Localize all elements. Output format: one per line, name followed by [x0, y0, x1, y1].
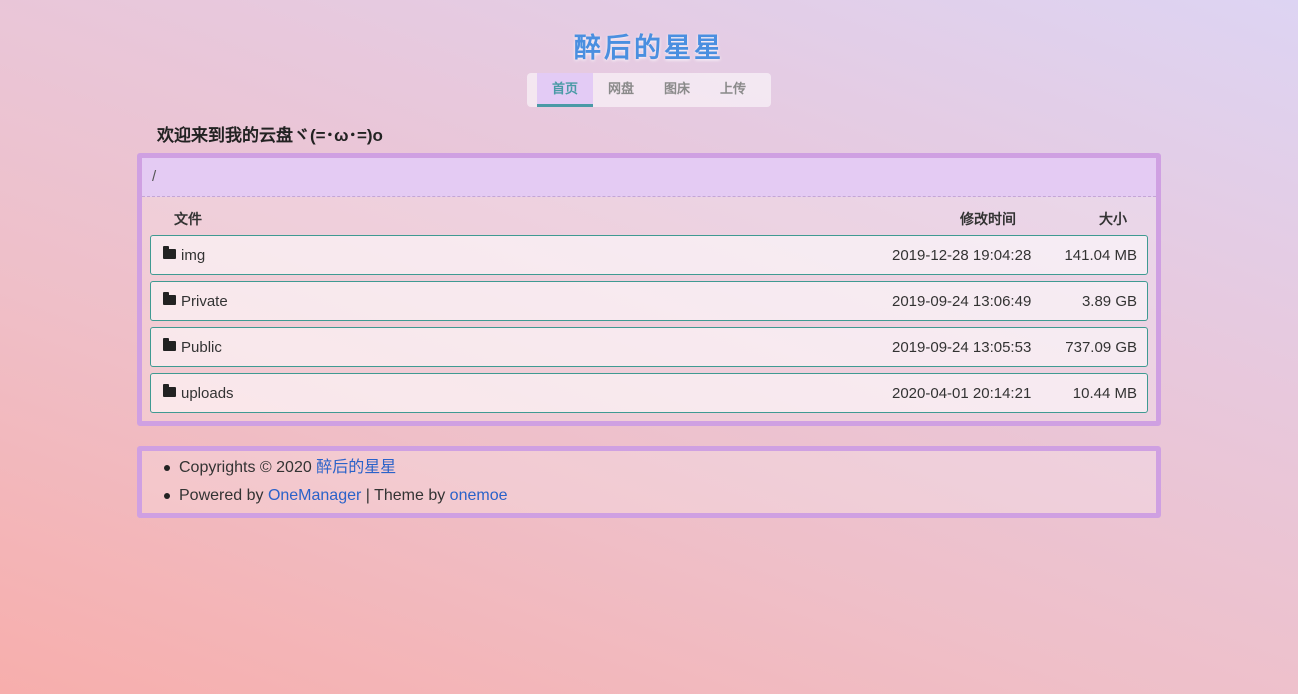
nav-tab-drive[interactable]: 网盘 — [593, 73, 649, 107]
powered-by-text: Powered by — [179, 487, 268, 504]
file-size: 141.04 MB — [1064, 247, 1137, 264]
file-modified-time: 2019-12-28 19:04:28 — [892, 247, 1032, 264]
theme-by-text: | Theme by — [361, 487, 450, 504]
top-nav: 首页 网盘 图床 上传 — [527, 73, 771, 107]
file-name[interactable]: uploads — [181, 385, 234, 402]
column-header-size[interactable]: 大小 — [1099, 209, 1127, 229]
column-header-modified[interactable]: 修改时间 — [960, 209, 1016, 229]
table-header: 文件 修改时间 大小 — [142, 197, 1156, 235]
bullet-icon — [164, 493, 170, 499]
nav-tab-image-host[interactable]: 图床 — [649, 73, 705, 107]
folder-icon — [163, 384, 176, 397]
footer-credits: Powered by OneManager | Theme by onemoe — [142, 482, 1156, 510]
folder-row-img[interactable]: img 2019-12-28 19:04:28 141.04 MB — [150, 235, 1148, 275]
column-header-name[interactable]: 文件 — [174, 209, 202, 229]
folder-row-private[interactable]: Private 2019-09-24 13:06:49 3.89 GB — [150, 281, 1148, 321]
file-size: 737.09 GB — [1065, 339, 1137, 356]
footer: Copyrights © 2020 醉后的星星 Powered by OneMa… — [137, 446, 1161, 518]
site-title: 醉后的星星 — [574, 33, 724, 64]
nav-tab-upload[interactable]: 上传 — [705, 73, 761, 107]
folder-row-public[interactable]: Public 2019-09-24 13:05:53 737.09 GB — [150, 327, 1148, 367]
file-name[interactable]: img — [181, 247, 205, 264]
file-name[interactable]: Public — [181, 339, 222, 356]
bullet-icon — [164, 465, 170, 471]
nav-tab-home[interactable]: 首页 — [537, 73, 593, 107]
breadcrumb[interactable]: / — [142, 158, 1156, 197]
onemanager-link[interactable]: OneManager — [268, 487, 361, 504]
file-modified-time: 2020-04-01 20:14:21 — [892, 385, 1032, 402]
copyright-text: Copyrights © 2020 — [179, 459, 317, 476]
file-size: 3.89 GB — [1081, 293, 1137, 310]
onemoe-link[interactable]: onemoe — [450, 487, 508, 504]
folder-icon — [163, 246, 176, 259]
file-list-panel: / 文件 修改时间 大小 img 2019-12-28 19:04:28 141… — [137, 153, 1161, 426]
file-name[interactable]: Private — [181, 293, 228, 310]
welcome-message: 欢迎来到我的云盘ヾ(=･ω･=)o — [157, 126, 383, 145]
folder-icon — [163, 338, 176, 351]
site-owner-link[interactable]: 醉后的星星 — [316, 459, 396, 476]
folder-icon — [163, 292, 176, 305]
file-size: 10.44 MB — [1072, 385, 1137, 402]
folder-row-uploads[interactable]: uploads 2020-04-01 20:14:21 10.44 MB — [150, 373, 1148, 413]
file-modified-time: 2019-09-24 13:05:53 — [892, 339, 1032, 356]
file-modified-time: 2019-09-24 13:06:49 — [892, 293, 1032, 310]
footer-copyright: Copyrights © 2020 醉后的星星 — [142, 454, 1156, 482]
